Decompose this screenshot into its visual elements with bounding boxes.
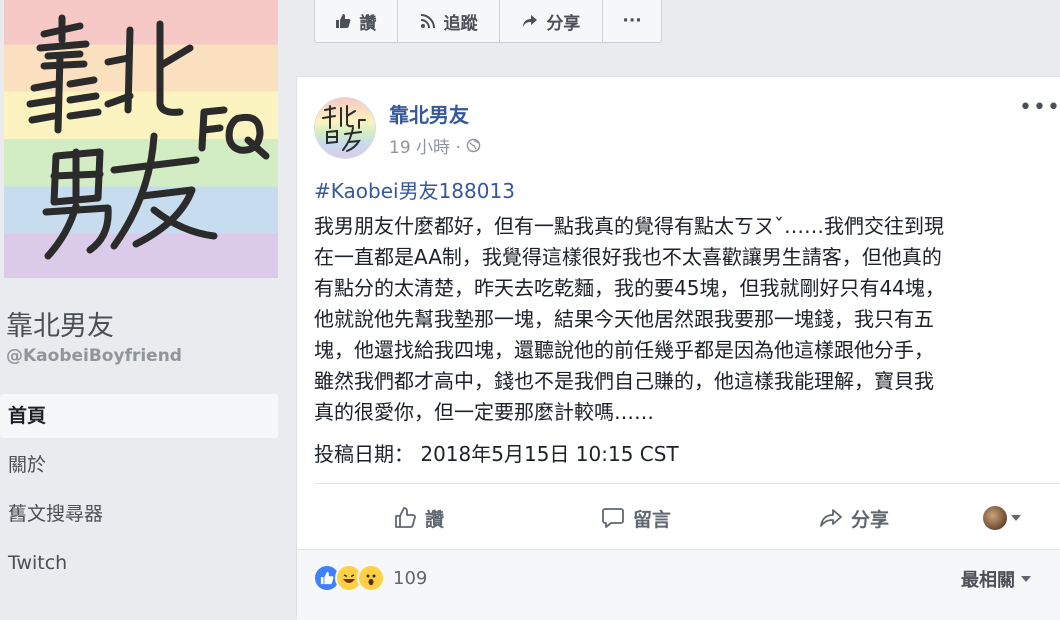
post-like-label: 讚 [425,508,445,531]
post-action-row: 讚 留言 分享 [297,495,1060,541]
chevron-down-icon [1021,576,1031,582]
post-hashtag[interactable]: #Kaobei男友188013 [314,175,515,204]
post-divider [314,483,1060,484]
avatar-handwriting-art [322,105,366,152]
comment-bubble-icon [602,508,624,528]
nav-item-about[interactable]: 關於 [0,443,278,487]
post-comment-label: 留言 [633,508,672,531]
post-body-line: 他就說他先幫我墊那一塊，結果今天他居然跟我要那一塊錢，我只有五 [314,307,934,331]
page-follow-button[interactable]: 追蹤 [398,0,501,42]
post-body-line: 我男朋友什麼都好，但有一點我真的覺得有點太ㄎㄡˇ……我們交往到現 [314,214,944,238]
globe-icon [466,138,481,153]
page-like-label: 讚 [359,13,377,34]
share-arrow-outline-icon [820,509,842,527]
post-body-line: 真的很愛你，但一定要那麼計較嗎…… [314,400,654,424]
more-dots-icon: ··· [622,11,642,31]
viewer-avatar [983,506,1007,530]
post-body: 我男朋友什麼都好，但有一點我真的覺得有點太ㄎㄡˇ……我們交往到現 在一直都是AA… [314,211,1049,428]
page-profile-picture[interactable] [4,0,278,278]
post-submission-date: 投稿日期： 2018年5月15日 10:15 CST [314,442,679,466]
post-body-line: 有點分的太清楚，昨天去吃乾麵，我的要45塊，但我就剛好只有44塊， [314,276,945,300]
post-card: 靠北男友 19 小時 · ••• #Kaobei男友188013 我男朋友什麼都… [296,76,1060,620]
nav-item-home[interactable]: 首頁 [0,394,278,438]
page-action-bar: 讚 追蹤 分享 ··· [314,0,662,43]
post-timestamp[interactable]: 19 小時 · [389,133,461,158]
reaction-count: 109 [393,567,428,589]
page-more-button[interactable]: ··· [603,0,661,42]
page-sidebar: 靠北男友 @KaobeiBoyfriend 首頁 關於 舊文搜尋器 Twitch [0,0,290,596]
page-follow-label: 追蹤 [443,13,478,34]
page-handle[interactable]: @KaobeiBoyfriend [6,346,182,366]
post-reactions-bar: 109 最相關 [297,549,1060,620]
post-comment-button[interactable]: 留言 [601,495,671,541]
page-share-label: 分享 [546,13,581,34]
post-body-line: 塊，他還找給我四塊，還聽說他的前任幾乎都是因為他這樣跟他分手， [314,338,934,362]
nav-item-archive-search[interactable]: 舊文搜尋器 [0,492,278,536]
post-share-label: 分享 [851,508,890,531]
page-name[interactable]: 靠北男友 [6,304,114,343]
post-author-name[interactable]: 靠北男友 [389,99,469,128]
chevron-down-icon [1011,515,1021,521]
comment-as-selector[interactable] [983,495,1021,541]
cover-handwriting-art [26,14,270,260]
post-like-button[interactable]: 讚 [393,495,444,541]
thumbs-up-outline-icon [395,507,416,528]
post-author-avatar[interactable] [314,97,376,159]
post-share-button[interactable]: 分享 [819,495,889,541]
thumbs-up-icon [336,14,351,28]
page-nav: 首頁 關於 舊文搜尋器 Twitch [0,394,278,585]
comment-sort-label: 最相關 [961,570,1015,591]
rss-icon [420,14,435,29]
post-body-line: 雖然我們都才高中，錢也不是我們自己賺的，他這樣我能理解，寶貝我 [314,369,934,393]
page-share-button[interactable]: 分享 [500,0,604,42]
post-body-line: 在一直都是AA制，我覺得這樣很好我也不太喜歡讓男生請客，但他真的 [314,245,942,269]
comment-sort-dropdown[interactable]: 最相關 [961,566,1031,592]
post-meta: 19 小時 · [389,133,481,158]
post-options-button[interactable]: ••• [1019,95,1060,120]
page-like-button[interactable]: 讚 [315,0,398,42]
reaction-summary[interactable]: 109 [313,564,427,592]
nav-item-twitch[interactable]: Twitch [0,541,278,585]
wow-reaction-icon [357,564,385,592]
share-arrow-icon [523,15,538,27]
